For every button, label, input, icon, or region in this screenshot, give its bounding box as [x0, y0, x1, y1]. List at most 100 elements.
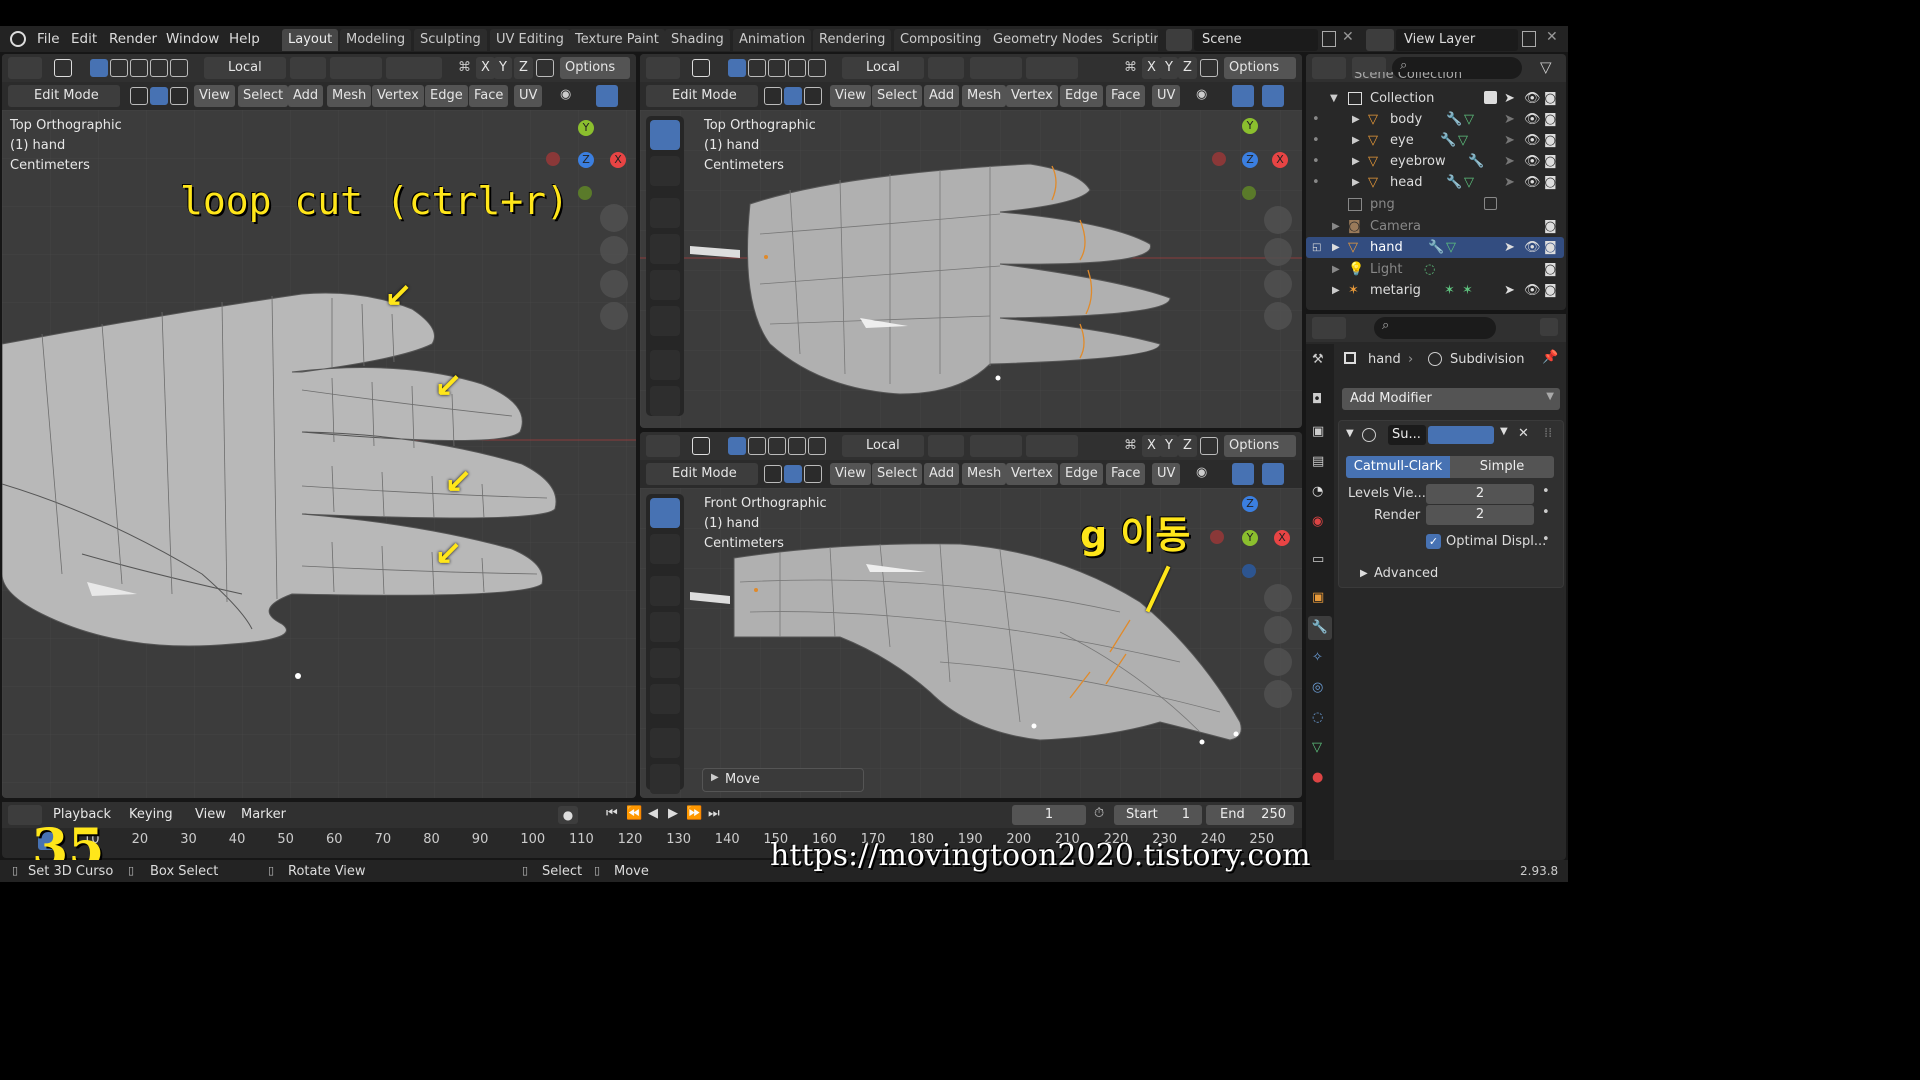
menu-uv[interactable]: UV	[1152, 463, 1181, 485]
outliner-item-camera[interactable]: ▶ ◙ Camera ◙	[1306, 216, 1564, 237]
viewport-top-right[interactable]: Local ⌘ X Y Z Options Edit Mode View Sel…	[640, 54, 1302, 428]
modifier-name-field[interactable]: Su...	[1388, 425, 1426, 445]
tab-shading[interactable]: Shading	[665, 29, 730, 51]
menu-vertex[interactable]: Vertex	[1006, 463, 1058, 485]
tab-uv-editing[interactable]: UV Editing	[490, 29, 570, 51]
eye-icon[interactable]: 👁	[1524, 88, 1541, 109]
mode-selector[interactable]: Edit Mode	[8, 85, 120, 107]
camera-icon[interactable]: ◙	[1544, 237, 1557, 258]
eye-icon[interactable]: 👁	[1524, 237, 1541, 258]
cursor-tool-icon[interactable]	[650, 534, 680, 564]
new-view-layer-icon[interactable]	[1522, 31, 1536, 47]
select-icon[interactable]: ➤	[1504, 280, 1515, 301]
modifier-visibility-toggles[interactable]	[1428, 426, 1494, 444]
vertex-select-icon[interactable]	[764, 465, 782, 483]
editor-type-button[interactable]	[8, 57, 42, 79]
output-tab-icon[interactable]: ▣	[1312, 424, 1324, 439]
vertex-select-icon[interactable]	[764, 87, 782, 105]
camera-view-icon[interactable]	[1264, 648, 1292, 676]
tool-tab-icon[interactable]: ⚒	[1312, 352, 1324, 367]
menu-help[interactable]: Help	[229, 31, 260, 47]
editor-type-button[interactable]	[646, 57, 680, 79]
mirror-icon[interactable]: ⌘	[1124, 60, 1137, 75]
transform-tool-icon[interactable]	[650, 306, 680, 336]
collection-tab-icon[interactable]: ▭	[1312, 552, 1324, 567]
zoom-icon[interactable]	[600, 204, 628, 232]
eye-icon[interactable]: 👁	[1524, 172, 1541, 193]
operator-panel[interactable]: ▶ Move	[702, 768, 864, 792]
mirror-z[interactable]: Z	[1178, 435, 1197, 457]
mode-selector[interactable]: Edit Mode	[646, 463, 758, 485]
proportional-edit-button[interactable]	[1026, 435, 1078, 457]
select-mode-extend-icon[interactable]	[748, 59, 766, 77]
menu-select[interactable]: Select	[872, 463, 923, 485]
modifier-tab-icon[interactable]: 🔧	[1308, 616, 1332, 640]
checkbox-icon[interactable]	[1484, 91, 1497, 104]
mirror-y[interactable]: Y	[1160, 57, 1178, 79]
start-frame-field[interactable]: Start 1	[1114, 805, 1202, 825]
outliner-item-body[interactable]: • ▶ ▽ body 🔧 ▽ ➤ 👁 ◙	[1306, 109, 1564, 130]
filter-icon[interactable]: ▽	[1540, 58, 1552, 76]
end-frame-field[interactable]: End 250	[1206, 805, 1294, 825]
scene-icon[interactable]	[1166, 29, 1192, 51]
menu-uv[interactable]: UV	[514, 85, 543, 107]
menu-select[interactable]: Select	[872, 85, 923, 107]
edge-select-icon[interactable]	[784, 87, 802, 105]
mirror-z[interactable]: Z	[514, 57, 533, 79]
outliner-item-head[interactable]: • ▶ ▽ head 🔧 ▽ ➤ 👁 ◙	[1306, 172, 1564, 193]
auto-merge-icon[interactable]	[1200, 437, 1218, 455]
menu-view[interactable]: View	[190, 804, 231, 826]
current-frame-field[interactable]: 1	[1012, 805, 1086, 825]
eye-icon[interactable]: 👁	[1524, 130, 1541, 151]
data-tab-icon[interactable]: ▽	[1312, 740, 1322, 755]
tab-sculpting[interactable]: Sculpting	[414, 29, 487, 51]
mirror-z[interactable]: Z	[1178, 57, 1197, 79]
editor-type-button[interactable]	[646, 435, 680, 457]
chevron-down-icon[interactable]: ▼	[1500, 426, 1508, 437]
scale-tool-icon[interactable]	[650, 270, 680, 300]
camera-icon[interactable]: ◙	[1544, 280, 1557, 301]
visibility-icon[interactable]: ◉	[1196, 465, 1207, 480]
prev-keyframe-icon[interactable]: ⏪	[626, 806, 642, 821]
pivot-point-button[interactable]	[290, 57, 326, 79]
menu-add[interactable]: Add	[288, 85, 324, 107]
play-icon[interactable]: ▶	[668, 806, 678, 821]
physics-tab-icon[interactable]: ◎	[1312, 680, 1323, 695]
menu-file[interactable]: File	[37, 31, 60, 47]
visibility-icon[interactable]: ◉	[1196, 87, 1207, 102]
edge-select-icon[interactable]	[784, 465, 802, 483]
menu-view[interactable]: View	[830, 463, 871, 485]
blender-logo-icon[interactable]	[10, 31, 26, 47]
select-icon[interactable]: ➤	[1504, 237, 1515, 258]
rotate-tool-icon[interactable]	[650, 612, 680, 642]
scene-tab-icon[interactable]: ◔	[1312, 484, 1323, 499]
edit-mode-icon[interactable]: ◱	[1312, 237, 1321, 258]
navigation-gizmo[interactable]: Y X Z	[1210, 118, 1290, 202]
menu-view[interactable]: View	[194, 85, 235, 107]
menu-mesh[interactable]: Mesh	[962, 85, 1007, 107]
mirror-icon[interactable]: ⌘	[1124, 438, 1137, 453]
menu-face[interactable]: Face	[469, 85, 509, 107]
navigation-gizmo[interactable]: Y X Z	[546, 120, 628, 204]
camera-icon[interactable]: ◙	[1544, 216, 1557, 237]
pin-icon[interactable]: 📌	[1542, 350, 1558, 365]
select-mode-new-icon[interactable]	[728, 59, 746, 77]
select-icon[interactable]: ➤	[1504, 172, 1515, 193]
jump-start-icon[interactable]: ⏮	[606, 806, 618, 821]
menu-add[interactable]: Add	[924, 463, 960, 485]
menu-face[interactable]: Face	[1106, 85, 1146, 107]
menu-mesh[interactable]: Mesh	[962, 463, 1007, 485]
mirror-y[interactable]: Y	[494, 57, 512, 79]
navigation-gizmo[interactable]: Z X Y	[1210, 496, 1290, 580]
face-select-icon[interactable]	[804, 465, 822, 483]
camera-icon[interactable]: ◙	[1544, 109, 1557, 130]
gizmo-toggle-icon[interactable]	[596, 85, 618, 107]
keyframe-dot-icon[interactable]: •	[1542, 484, 1550, 499]
eye-icon[interactable]: 👁	[1524, 280, 1541, 301]
tab-layout[interactable]: Layout	[282, 29, 339, 51]
select-mode-new-icon[interactable]	[90, 59, 108, 77]
tab-compositing[interactable]: Compositing	[894, 29, 988, 51]
select-mode-subtract-icon[interactable]	[768, 437, 786, 455]
camera-view-icon[interactable]	[600, 270, 628, 298]
annotate-tool-icon[interactable]	[650, 728, 680, 758]
